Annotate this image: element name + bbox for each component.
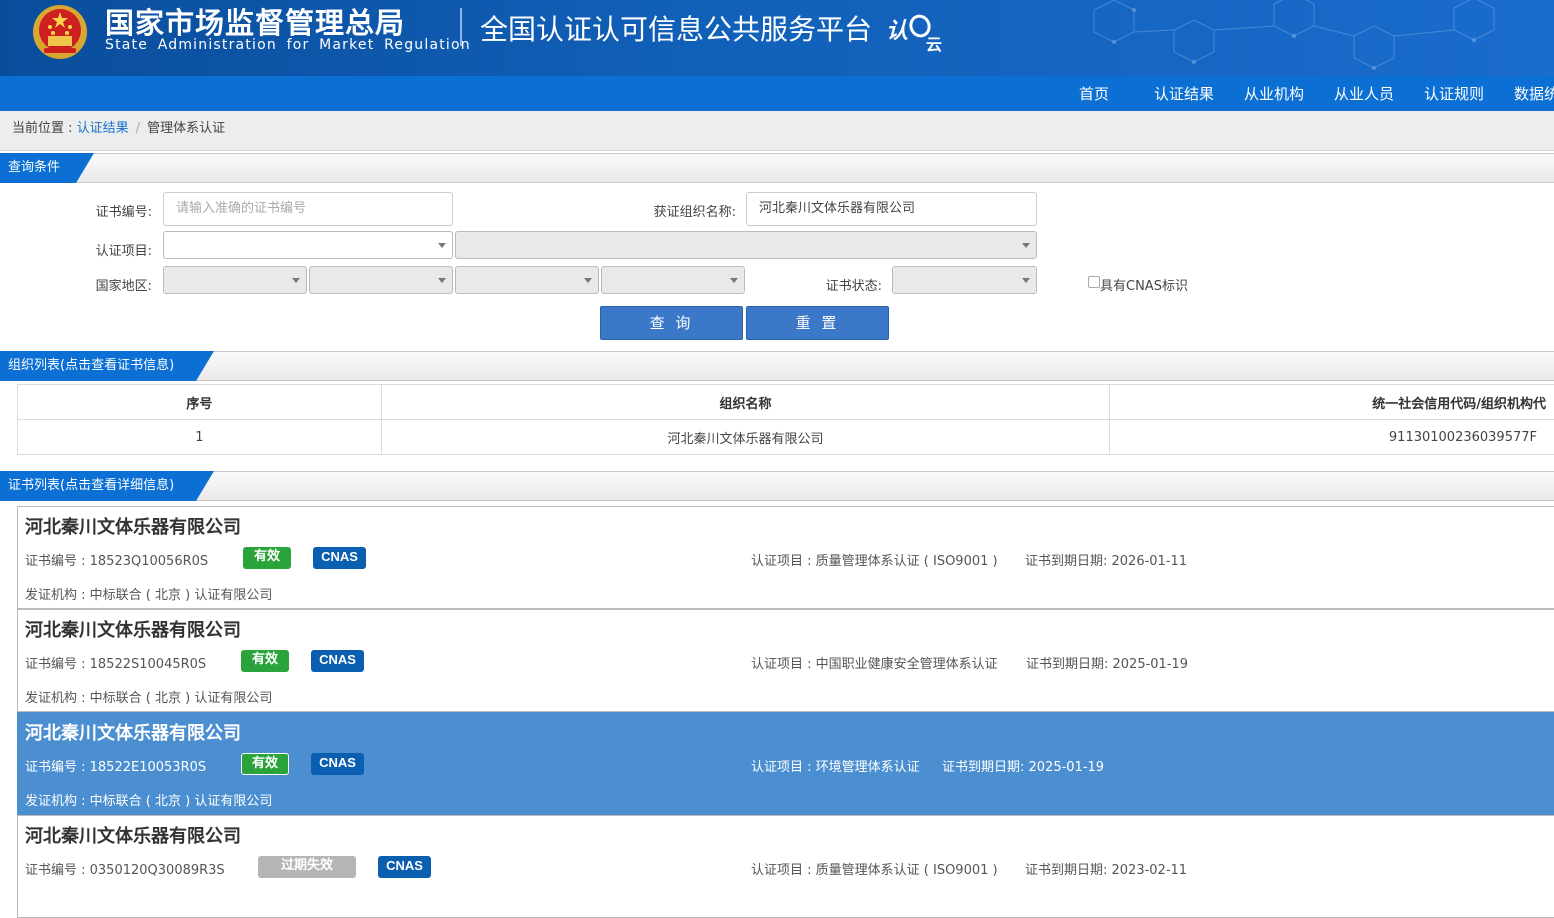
status-label: 证书状态: <box>790 275 882 294</box>
cnas-badge: CNAS <box>313 547 366 569</box>
chevron-down-icon <box>292 278 300 283</box>
chevron-down-icon <box>438 278 446 283</box>
org-name-en: State Administration for Market Regulati… <box>105 37 471 53</box>
search-button[interactable]: 查 询 <box>600 306 743 340</box>
cnas-checkbox[interactable] <box>1088 276 1100 288</box>
breadcrumb-current: 管理体系认证 <box>147 121 225 136</box>
cnas-badge: CNAS <box>378 856 431 878</box>
cert-project: 认证项目 : 环境管理体系认证 <box>751 756 920 775</box>
chevron-down-icon <box>730 278 738 283</box>
chevron-down-icon <box>1022 278 1030 283</box>
region-select-4[interactable] <box>601 266 745 294</box>
table-header-row: 序号 组织名称 统一社会信用代码/组织机构代 <box>18 385 1554 420</box>
hexagon-pattern-decoration <box>1034 0 1554 76</box>
reset-button[interactable]: 重 置 <box>746 306 889 340</box>
cert-card[interactable]: 河北秦川文体乐器有限公司 证书编号 : 18523Q10056R0S 有效 CN… <box>17 506 1554 609</box>
org-name-input[interactable]: 河北秦川文体乐器有限公司 <box>746 192 1037 226</box>
cell-index: 1 <box>18 420 382 455</box>
query-section-bar: 查询条件 <box>0 153 1554 183</box>
cert-project: 认证项目 : 质量管理体系认证 ( ISO9001 ) <box>751 859 998 878</box>
nav-personnel[interactable]: 从业人员 <box>1334 76 1394 111</box>
org-name-label: 获证组织名称: <box>600 201 736 220</box>
region-select-1[interactable] <box>163 266 307 294</box>
cert-card[interactable]: 河北秦川文体乐器有限公司 证书编号 : 18522S10045R0S 有效 CN… <box>17 609 1554 712</box>
cert-project: 认证项目 : 质量管理体系认证 ( ISO9001 ) <box>751 550 998 569</box>
org-list-section-bar: 组织列表(点击查看证书信息) <box>0 351 1554 381</box>
cell-credit-code: 91130100236039577F <box>1110 420 1554 455</box>
nav-home[interactable]: 首页 <box>1079 76 1109 111</box>
org-list-title: 组织列表(点击查看证书信息) <box>0 351 214 381</box>
header-divider <box>460 8 462 46</box>
query-section-title: 查询条件 <box>0 153 94 183</box>
cert-issuer: 发证机构 : 中标联合 ( 北京 ) 认证有限公司 <box>25 584 272 603</box>
main-nav: 首页 认证结果 从业机构 从业人员 认证规则 数据统 <box>0 76 1554 111</box>
breadcrumb-link-cert-results[interactable]: 认证结果 <box>77 121 129 136</box>
cert-no-input[interactable]: 请输入准确的证书编号 <box>163 192 453 226</box>
table-row[interactable]: 1 河北秦川文体乐器有限公司 91130100236039577F <box>18 420 1554 455</box>
cert-number: 证书编号 : 18522S10045R0S <box>25 653 206 672</box>
cert-number: 证书编号 : 18522E10053R0S <box>25 756 206 775</box>
cert-org-name: 河北秦川文体乐器有限公司 <box>25 616 241 642</box>
cert-card[interactable]: 河北秦川文体乐器有限公司 证书编号 : 0350120Q30089R3S 过期失… <box>17 815 1554 918</box>
cnas-badge: CNAS <box>311 650 364 672</box>
cert-expiry: 证书到期日期: 2026-01-11 <box>1025 550 1187 569</box>
cert-org-name: 河北秦川文体乐器有限公司 <box>25 513 241 539</box>
cnas-checkbox-label: 具有CNAS标识 <box>1100 275 1188 294</box>
project-sub-select[interactable] <box>455 231 1037 259</box>
col-header-org-name: 组织名称 <box>381 385 1110 420</box>
cert-expiry: 证书到期日期: 2023-02-11 <box>1025 859 1187 878</box>
cert-number: 证书编号 : 18523Q10056R0S <box>25 550 208 569</box>
svg-text:云: 云 <box>926 35 942 52</box>
region-select-2[interactable] <box>309 266 453 294</box>
cert-issuer: 发证机构 : 中标联合 ( 北京 ) 认证有限公司 <box>25 687 272 706</box>
cell-org-name: 河北秦川文体乐器有限公司 <box>381 420 1110 455</box>
cert-expiry: 证书到期日期: 2025-01-19 <box>1026 653 1188 672</box>
project-select[interactable] <box>163 231 453 259</box>
nav-cert-rules[interactable]: 认证规则 <box>1424 76 1484 111</box>
status-badge: 有效 <box>241 753 289 775</box>
status-badge: 有效 <box>243 547 291 569</box>
breadcrumb-separator: / <box>136 121 140 136</box>
cert-expiry: 证书到期日期: 2025-01-19 <box>942 756 1104 775</box>
project-label: 认证项目: <box>60 240 152 259</box>
cert-no-label: 证书编号: <box>60 201 152 220</box>
breadcrumb: 当前位置 : 认证结果 / 管理体系认证 <box>0 111 1554 151</box>
svg-text:认: 认 <box>886 19 908 44</box>
nav-cert-results[interactable]: 认证结果 <box>1154 76 1214 111</box>
chevron-down-icon <box>438 243 446 248</box>
cert-number: 证书编号 : 0350120Q30089R3S <box>25 859 225 878</box>
cert-issuer: 发证机构 : 中标联合 ( 北京 ) 认证有限公司 <box>25 790 272 809</box>
region-label: 国家地区: <box>60 275 152 294</box>
cert-card-selected[interactable]: 河北秦川文体乐器有限公司 证书编号 : 18522E10053R0S 有效 CN… <box>17 712 1554 815</box>
col-header-index: 序号 <box>18 385 382 420</box>
status-select[interactable] <box>892 266 1037 294</box>
cert-project: 认证项目 : 中国职业健康安全管理体系认证 <box>751 653 998 672</box>
nav-institutions[interactable]: 从业机构 <box>1244 76 1304 111</box>
org-name-cn: 国家市场监督管理总局 <box>105 0 405 42</box>
platform-title: 全国认证认可信息公共服务平台 <box>480 8 872 48</box>
site-header: 国家市场监督管理总局 State Administration for Mark… <box>0 0 1554 76</box>
breadcrumb-label: 当前位置 : <box>12 121 77 136</box>
cert-org-name: 河北秦川文体乐器有限公司 <box>25 822 241 848</box>
ren-e-yun-logo: 认 云 <box>886 8 950 52</box>
cert-org-name: 河北秦川文体乐器有限公司 <box>25 719 241 745</box>
col-header-credit-code: 统一社会信用代码/组织机构代 <box>1110 385 1554 420</box>
status-badge: 有效 <box>241 650 289 672</box>
cnas-badge: CNAS <box>311 753 364 775</box>
cert-list-title: 证书列表(点击查看详细信息) <box>0 471 214 501</box>
org-table: 序号 组织名称 统一社会信用代码/组织机构代 1 河北秦川文体乐器有限公司 91… <box>17 384 1554 455</box>
national-emblem-icon <box>30 2 90 62</box>
region-select-3[interactable] <box>455 266 599 294</box>
cert-list-section-bar: 证书列表(点击查看详细信息) <box>0 471 1554 501</box>
nav-data-stats[interactable]: 数据统 <box>1514 76 1554 111</box>
status-badge: 过期失效 <box>258 856 356 878</box>
chevron-down-icon <box>1022 243 1030 248</box>
chevron-down-icon <box>584 278 592 283</box>
